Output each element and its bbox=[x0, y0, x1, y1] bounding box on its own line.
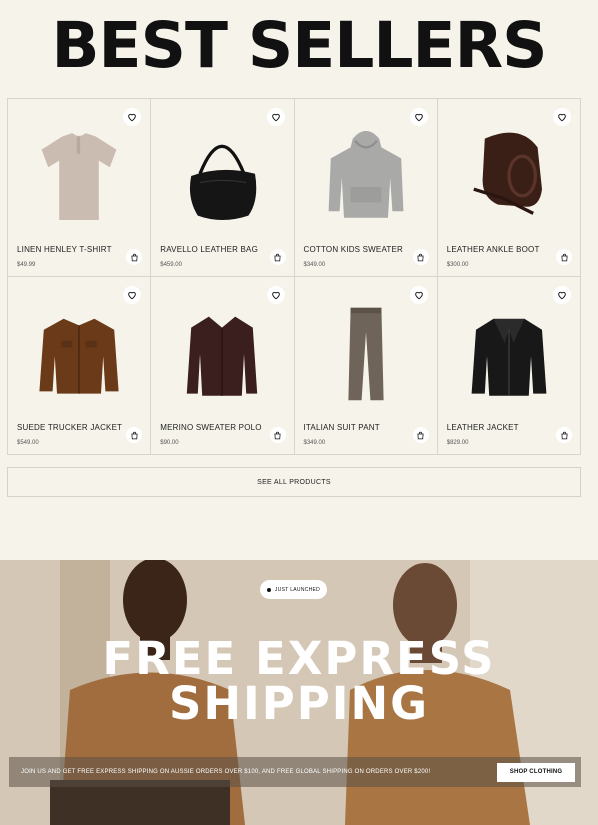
product-image[interactable] bbox=[448, 121, 570, 231]
product-price: $349.00 bbox=[303, 262, 326, 268]
product-name[interactable]: LINEN HENLEY T-SHIRT bbox=[17, 245, 112, 254]
product-price: $349.00 bbox=[303, 440, 326, 446]
product-price: $459.00 bbox=[160, 262, 182, 268]
hero-title: FREE EXPRESS SHIPPING bbox=[0, 636, 598, 726]
product-image[interactable] bbox=[305, 121, 427, 231]
product-card[interactable]: ITALIAN SUIT PANT $349.00 bbox=[294, 277, 438, 455]
bag-icon[interactable] bbox=[412, 249, 429, 265]
bag-icon[interactable] bbox=[269, 249, 286, 265]
promo-text: JOIN US AND GET FREE EXPRESS SHIPPING ON… bbox=[21, 769, 431, 775]
dot-icon bbox=[266, 587, 271, 592]
product-image[interactable] bbox=[18, 121, 140, 231]
product-name[interactable]: LEATHER JACKET bbox=[447, 423, 519, 432]
product-price: $49.99 bbox=[17, 262, 36, 268]
hero-title-line2: SHIPPING bbox=[168, 677, 430, 730]
bag-icon[interactable] bbox=[126, 249, 143, 265]
product-name[interactable]: ITALIAN SUIT PANT bbox=[304, 423, 380, 432]
product-image[interactable] bbox=[161, 299, 283, 409]
just-launched-badge: JUST LAUNCHED bbox=[260, 580, 327, 599]
shop-clothing-button[interactable]: SHOP CLOTHING bbox=[497, 762, 575, 782]
product-card[interactable]: COTTON KIDS SWEATER $349.00 bbox=[294, 99, 438, 277]
bag-icon[interactable] bbox=[269, 427, 286, 443]
product-card[interactable]: LEATHER ANKLE BOOT $300.00 bbox=[437, 99, 581, 277]
bag-icon[interactable] bbox=[412, 427, 429, 443]
product-price: $300.00 bbox=[446, 262, 469, 268]
product-image[interactable] bbox=[18, 299, 140, 409]
hero-banner: JUST LAUNCHED FREE EXPRESS SHIPPING JOIN… bbox=[0, 560, 598, 825]
promo-bar: JOIN US AND GET FREE EXPRESS SHIPPING ON… bbox=[9, 757, 581, 787]
badge-label: JUST LAUNCHED bbox=[274, 586, 321, 593]
see-all-products-button[interactable]: SEE ALL PRODUCTS bbox=[7, 467, 581, 497]
product-price: $90.00 bbox=[160, 440, 179, 446]
product-name[interactable]: LEATHER ANKLE BOOT bbox=[447, 245, 540, 254]
product-card[interactable]: LINEN HENLEY T-SHIRT $49.99 bbox=[8, 99, 152, 277]
product-image[interactable] bbox=[161, 121, 283, 231]
product-image[interactable] bbox=[448, 299, 570, 409]
product-card[interactable]: MERINO SWEATER POLO $90.00 bbox=[151, 277, 295, 455]
product-price: $829.00 bbox=[446, 440, 469, 446]
section-title: BEST SELLERS bbox=[51, 9, 548, 82]
product-card[interactable]: RAVELLO LEATHER BAG $459.00 bbox=[151, 99, 295, 277]
product-name[interactable]: COTTON KIDS SWEATER bbox=[304, 245, 404, 254]
bag-icon[interactable] bbox=[126, 427, 143, 443]
bag-icon[interactable] bbox=[556, 427, 572, 443]
product-price: $549.00 bbox=[17, 440, 39, 446]
product-name[interactable]: RAVELLO LEATHER BAG bbox=[160, 245, 258, 254]
product-image[interactable] bbox=[305, 299, 427, 409]
product-name[interactable]: SUEDE TRUCKER JACKET bbox=[17, 423, 122, 432]
bag-icon[interactable] bbox=[556, 249, 572, 265]
product-grid: LINEN HENLEY T-SHIRT $49.99 RAVELLO LEAT… bbox=[7, 98, 581, 455]
product-card[interactable]: SUEDE TRUCKER JACKET $549.00 bbox=[8, 277, 152, 455]
product-card[interactable]: LEATHER JACKET $829.00 bbox=[437, 277, 581, 455]
product-name[interactable]: MERINO SWEATER POLO bbox=[160, 423, 261, 432]
hero-title-line1: FREE EXPRESS bbox=[102, 632, 496, 685]
